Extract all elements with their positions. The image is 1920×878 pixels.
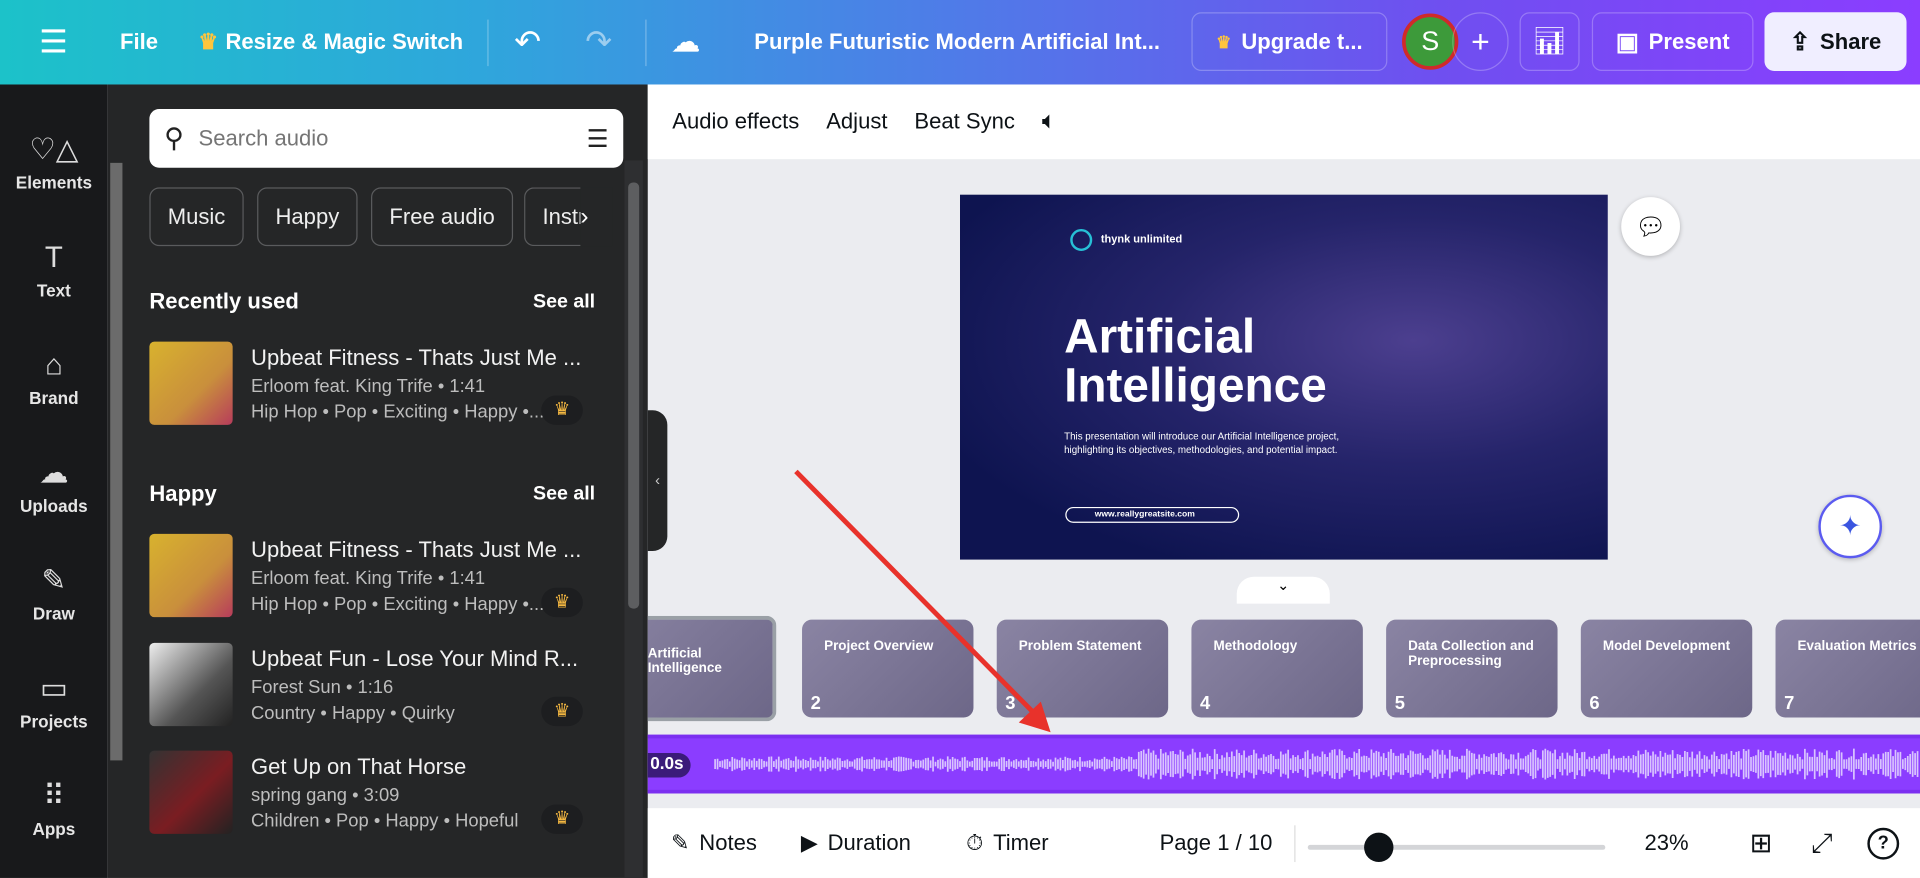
red-annotation-arrow: [794, 469, 1051, 733]
audio-time-label: 0.0s: [647, 753, 691, 778]
